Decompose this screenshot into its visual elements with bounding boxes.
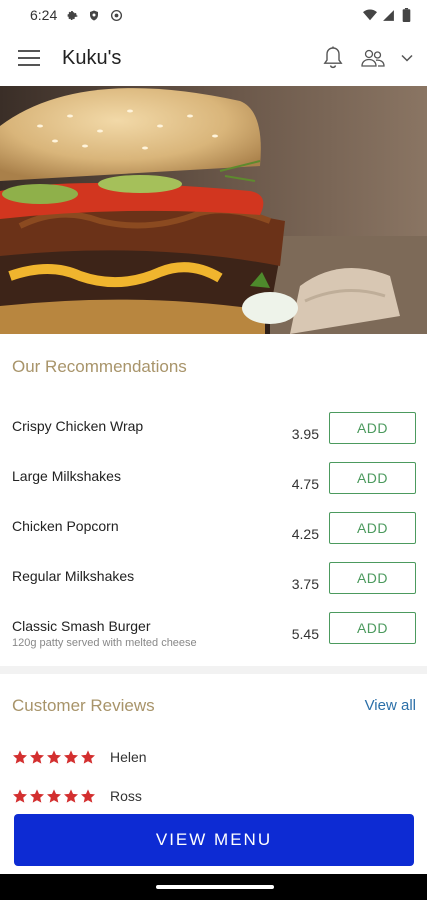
section-divider [0, 666, 427, 674]
list-item: Classic Smash Burger 120g patty served w… [0, 612, 427, 658]
star-icon [81, 789, 95, 803]
reviewer-name: Helen [110, 749, 147, 765]
hero-image [0, 86, 427, 334]
star-rating [12, 788, 96, 804]
item-name: Crispy Chicken Wrap [12, 418, 144, 434]
item-price: 5.45 [291, 626, 319, 642]
item-name: Classic Smash Burger [12, 618, 151, 634]
add-button[interactable]: ADD [329, 562, 416, 594]
star-icon [64, 750, 78, 764]
gear-icon [65, 8, 79, 22]
signal-icon [381, 8, 395, 22]
burger-photo [0, 86, 427, 334]
item-name: Large Milkshakes [12, 468, 121, 484]
home-handle[interactable] [156, 885, 274, 889]
page-title: Kuku's [62, 46, 122, 69]
item-price: 3.95 [291, 426, 319, 442]
list-item: Chicken Popcorn 4.25 ADD [0, 512, 427, 558]
recommendations-title: Our Recommendations [12, 357, 187, 376]
app-bar: Kuku's [0, 30, 427, 86]
review-item: Ross [12, 785, 312, 807]
star-icon [47, 789, 61, 803]
item-description: 120g patty served with melted cheese [12, 637, 197, 649]
reviews-title: Customer Reviews [12, 696, 155, 715]
list-item: Regular Milkshakes 3.75 ADD [0, 562, 427, 608]
item-name: Chicken Popcorn [12, 518, 119, 534]
star-icon [81, 750, 95, 764]
add-button[interactable]: ADD [329, 512, 416, 544]
item-name: Regular Milkshakes [12, 568, 135, 584]
view-menu-button[interactable]: VIEW MENU [14, 814, 414, 866]
add-button[interactable]: ADD [329, 412, 416, 444]
star-icon [13, 789, 27, 803]
wifi-icon [363, 8, 377, 22]
list-item: Crispy Chicken Wrap 3.95 ADD [0, 412, 427, 458]
navigation-bar [0, 874, 427, 900]
status-time: 6:24 [30, 7, 58, 23]
battery-icon [399, 8, 413, 22]
bell-icon[interactable] [321, 45, 345, 71]
star-rating [12, 749, 96, 765]
star-icon [30, 750, 44, 764]
shield-icon [87, 8, 101, 22]
star-icon [64, 789, 78, 803]
item-price: 4.25 [291, 526, 319, 542]
star-icon [30, 789, 44, 803]
star-icon [13, 750, 27, 764]
status-bar: 6:24 [0, 0, 427, 30]
people-icon[interactable] [359, 47, 387, 69]
reviewer-name: Ross [110, 788, 142, 804]
view-all-link[interactable]: View all [365, 697, 416, 714]
item-price: 3.75 [291, 576, 319, 592]
review-item: Helen [12, 746, 312, 768]
add-button[interactable]: ADD [329, 462, 416, 494]
add-button[interactable]: ADD [329, 612, 416, 644]
item-price: 4.75 [291, 476, 319, 492]
star-icon [47, 750, 61, 764]
location-icon [109, 8, 123, 22]
chevron-down-icon[interactable] [401, 54, 413, 62]
menu-icon[interactable] [18, 45, 44, 71]
list-item: Large Milkshakes 4.75 ADD [0, 462, 427, 508]
